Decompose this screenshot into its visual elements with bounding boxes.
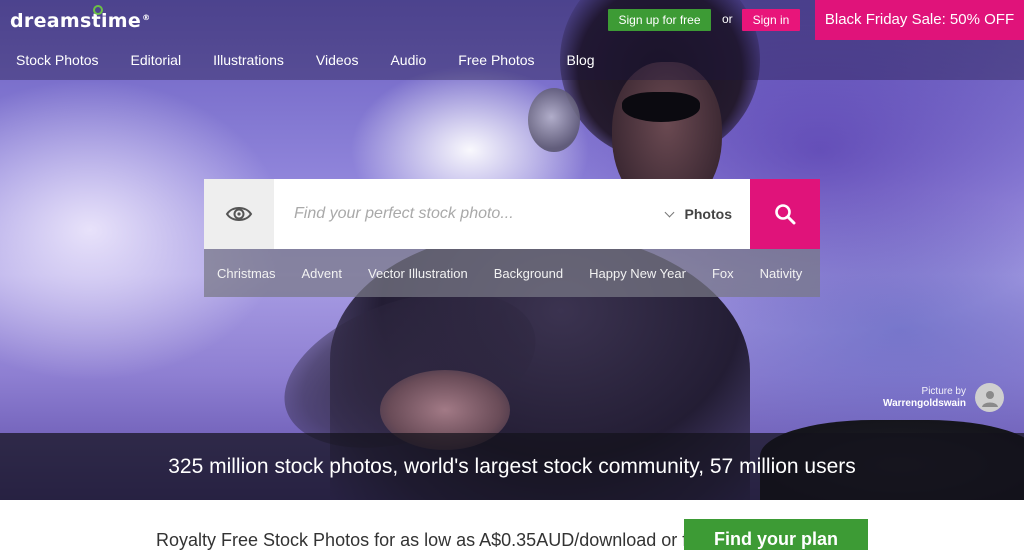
logo-text: dreamstime (10, 10, 142, 32)
nav-item-illustrations[interactable]: Illustrations (213, 52, 284, 68)
suggestion-chip[interactable]: Happy New Year (589, 266, 686, 281)
search-suggestions: Christmas Advent Vector Illustration Bac… (204, 249, 820, 297)
nav-item-videos[interactable]: Videos (316, 52, 359, 68)
media-type-value: Photos (684, 206, 732, 222)
chevron-down-icon (664, 207, 674, 217)
nav-item-stock-photos[interactable]: Stock Photos (16, 52, 99, 68)
nav-item-blog[interactable]: Blog (567, 52, 595, 68)
logo-dot-icon (93, 5, 103, 15)
signup-button[interactable]: Sign up for free (608, 9, 711, 31)
nav-item-audio[interactable]: Audio (390, 52, 426, 68)
suggestion-chip[interactable]: Nativity (760, 266, 803, 281)
site-logo[interactable]: dreamstime® (10, 10, 150, 32)
user-icon (981, 390, 998, 407)
photo-credit-label: Picture by (921, 386, 966, 397)
signin-button[interactable]: Sign in (742, 9, 800, 31)
hero-subject-sunglasses (622, 92, 700, 122)
photo-credit-author: Warrengoldswain (883, 398, 966, 409)
suggestion-chip[interactable]: Fox (712, 266, 734, 281)
nav-item-free-photos[interactable]: Free Photos (458, 52, 534, 68)
visual-search-button[interactable] (204, 179, 274, 249)
nav-item-editorial[interactable]: Editorial (131, 52, 182, 68)
author-avatar[interactable] (975, 383, 1004, 412)
photo-credit[interactable]: Picture by Warrengoldswain (883, 386, 966, 410)
media-type-dropdown[interactable]: Photos (664, 179, 732, 249)
black-friday-promo-button[interactable]: Black Friday Sale: 50% OFF (815, 0, 1024, 40)
logo-registered-mark: ® (142, 12, 151, 22)
stats-band: 325 million stock photos, world's larges… (0, 433, 1024, 500)
suggestion-chip[interactable]: Advent (302, 266, 342, 281)
hero-subject-headphone (528, 88, 580, 152)
find-your-plan-button[interactable]: Find your plan (684, 519, 868, 550)
search-input[interactable] (294, 179, 654, 249)
stats-text: 325 million stock photos, world's larges… (168, 455, 856, 478)
search-bar: Photos (204, 179, 820, 249)
search-submit-button[interactable] (750, 179, 820, 249)
main-nav: Stock Photos Editorial Illustrations Vid… (16, 52, 627, 68)
search-field-container: Photos (274, 179, 750, 249)
or-separator: or (722, 12, 733, 26)
pricing-tagline: Royalty Free Stock Photos for as low as … (156, 530, 714, 550)
search-icon (775, 204, 796, 225)
suggestion-chip[interactable]: Vector Illustration (368, 266, 468, 281)
suggestion-chip[interactable]: Background (494, 266, 563, 281)
suggestion-chip[interactable]: Christmas (217, 266, 276, 281)
eye-icon (225, 207, 253, 221)
